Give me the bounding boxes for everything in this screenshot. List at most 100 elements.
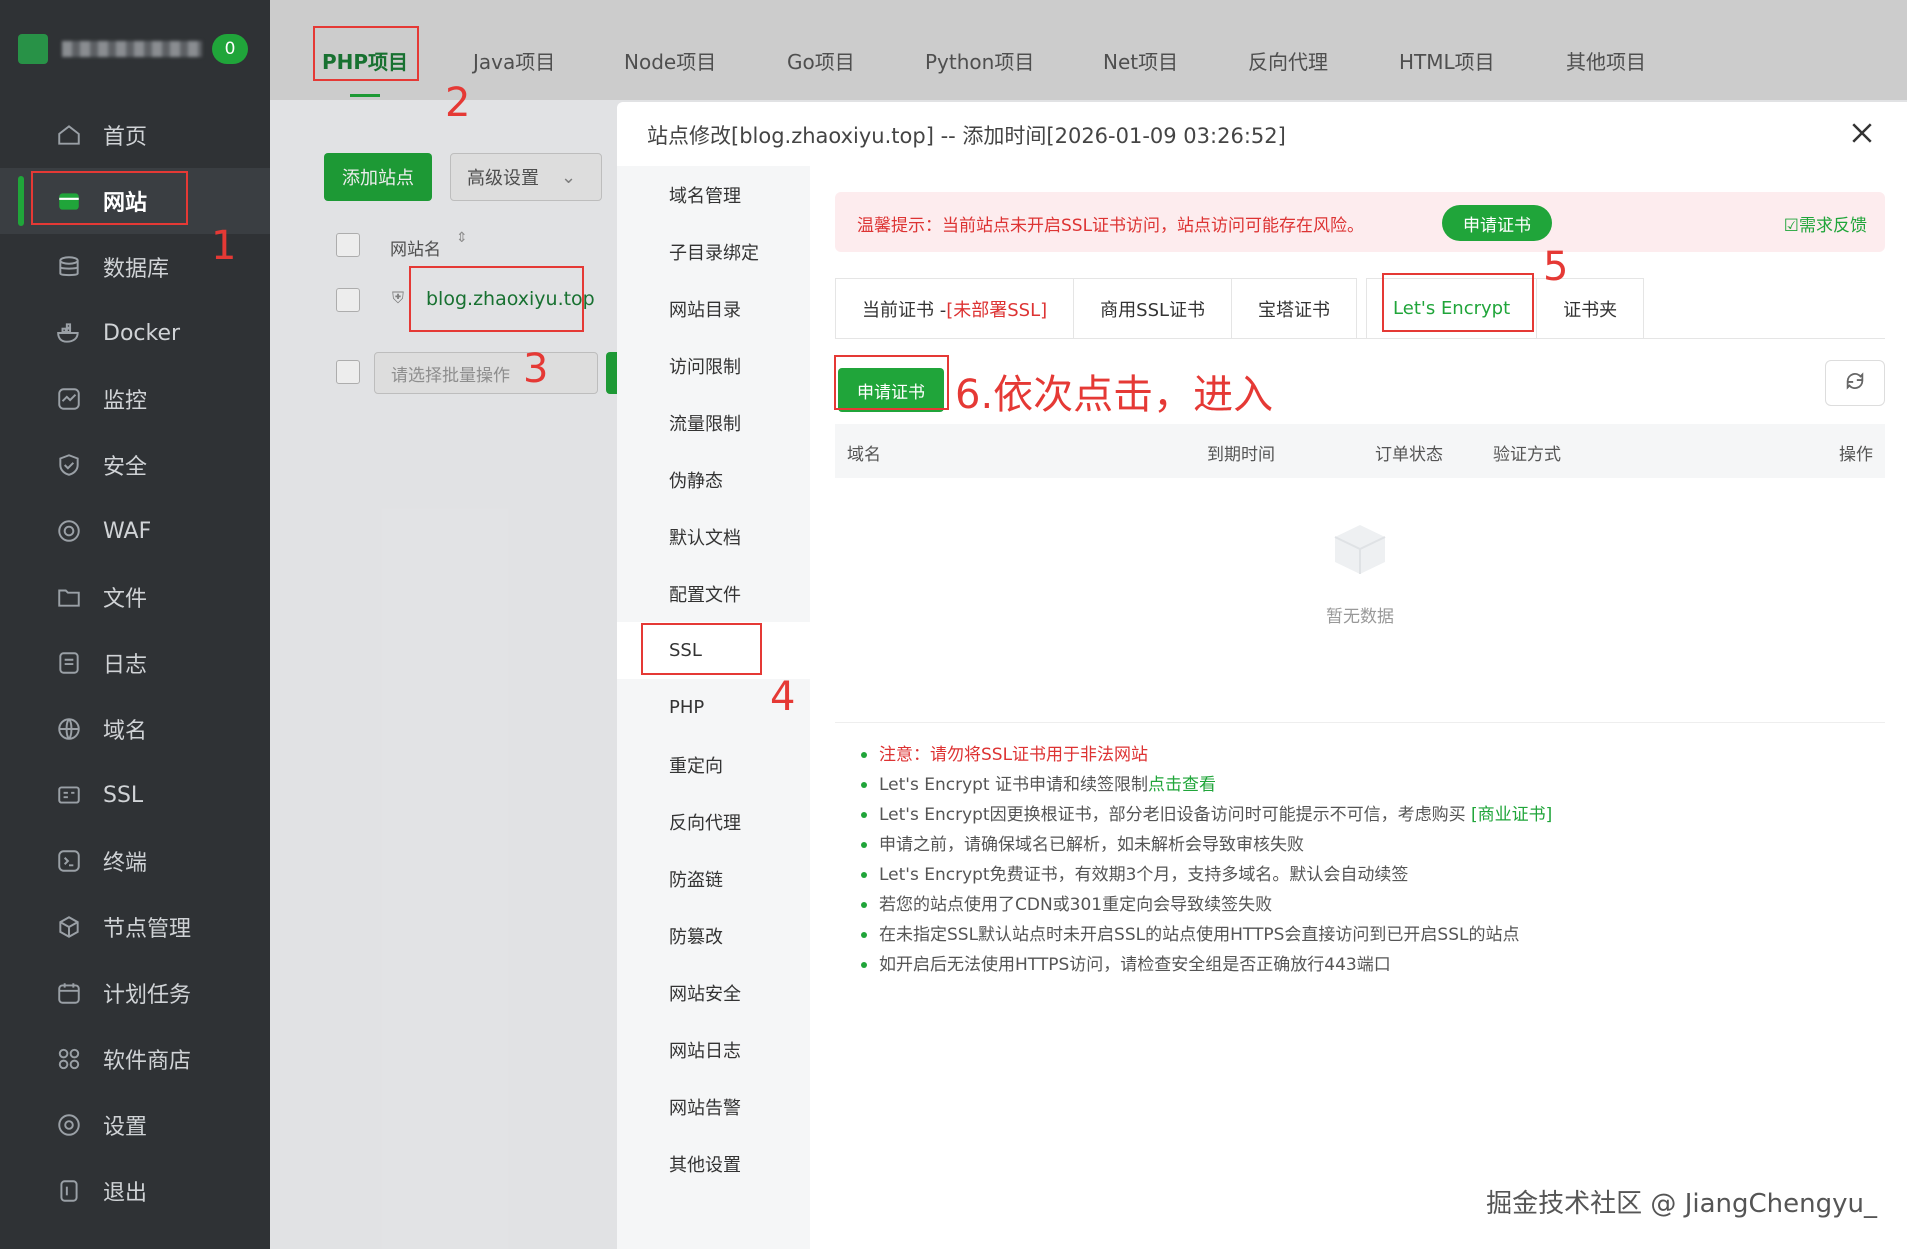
sidebar-item-label: 软件商店 xyxy=(103,1049,192,1074)
project-tabbar: PHP项目 Java项目 Node项目 Go项目 Python项目 Net项目 … xyxy=(270,0,1907,100)
globe-icon xyxy=(55,715,83,743)
sidebar-item-ssl[interactable]: SSL xyxy=(0,762,270,828)
tab-go[interactable]: Go项目 xyxy=(787,46,855,75)
commercial-cert-link[interactable]: [商业证书] xyxy=(1471,805,1552,825)
limits-link[interactable]: 点击查看 xyxy=(1148,775,1216,795)
note-item: 申请之前，请确保域名已解析，如未解析会导致审核失败 xyxy=(859,830,1552,860)
warning-apply-button[interactable]: 申请证书 xyxy=(1442,205,1552,241)
tab-current-status: [未部署SSL] xyxy=(946,299,1048,321)
batch-select-placeholder: 请选择批量操作 xyxy=(391,365,510,386)
annotation-number-2: 2 xyxy=(445,80,471,126)
close-icon[interactable] xyxy=(1847,118,1877,148)
sidebar-item-label: WAF xyxy=(103,518,152,544)
side-item-subdir[interactable]: 子目录绑定 xyxy=(617,223,810,280)
tab-html[interactable]: HTML项目 xyxy=(1399,46,1495,75)
batch-checkbox[interactable] xyxy=(336,360,360,384)
tab-commercial-ssl[interactable]: 商用SSL证书 xyxy=(1073,278,1233,338)
sidebar-item-label: 终端 xyxy=(103,851,148,876)
feedback-link[interactable]: ☑需求反馈 xyxy=(1784,211,1867,236)
modal-title: 站点修改[blog.zhaoxiyu.top] -- 添加时间[2026-01-… xyxy=(647,124,1286,148)
tab-java[interactable]: Java项目 xyxy=(473,46,555,75)
empty-box-icon xyxy=(1325,512,1395,582)
annotation-box-website xyxy=(31,171,188,225)
node-icon xyxy=(55,913,83,941)
annotation-box-site xyxy=(409,266,584,332)
side-item-redirect[interactable]: 重定向 xyxy=(617,736,810,793)
log-icon xyxy=(55,649,83,677)
annotation-step-6: 6.依次点击，进入 xyxy=(955,372,1274,418)
logo xyxy=(18,34,48,64)
tabs-divider xyxy=(835,338,1885,339)
annotation-number-4: 4 xyxy=(770,674,796,720)
th-order-status: 订单状态 xyxy=(1375,445,1443,465)
side-item-access-limit[interactable]: 访问限制 xyxy=(617,337,810,394)
sidebar-item-logs[interactable]: 日志 xyxy=(0,630,270,696)
terminal-icon xyxy=(55,847,83,875)
sidebar-item-store[interactable]: 软件商店 xyxy=(0,1026,270,1092)
monitor-icon xyxy=(55,385,83,413)
side-item-config[interactable]: 配置文件 xyxy=(617,565,810,622)
annotation-box-ssl xyxy=(641,623,762,675)
side-item-site-security[interactable]: 网站安全 xyxy=(617,964,810,1021)
folder-icon xyxy=(55,583,83,611)
advanced-settings-label: 高级设置 xyxy=(467,168,539,189)
note-item: 注意：请勿将SSL证书用于非法网站 xyxy=(859,740,1552,770)
annotation-box-apply xyxy=(834,355,949,410)
side-item-domains[interactable]: 域名管理 xyxy=(617,166,810,223)
side-item-rewrite[interactable]: 伪静态 xyxy=(617,451,810,508)
sidebar-item-security[interactable]: 安全 xyxy=(0,432,270,498)
select-all-checkbox[interactable] xyxy=(336,233,360,257)
tab-current-cert[interactable]: 当前证书 - [未部署SSL] xyxy=(835,278,1075,338)
tab-net[interactable]: Net项目 xyxy=(1103,46,1178,75)
side-item-hotlink[interactable]: 防盗链 xyxy=(617,850,810,907)
logo-row: 0 xyxy=(18,30,254,68)
refresh-icon xyxy=(1844,370,1866,396)
side-item-other[interactable]: 其他设置 xyxy=(617,1135,810,1192)
row-checkbox[interactable] xyxy=(336,288,360,312)
ssl-icon xyxy=(55,781,83,809)
sidebar-item-label: Docker xyxy=(103,320,181,346)
sidebar-item-waf[interactable]: WAF xyxy=(0,498,270,564)
waf-icon xyxy=(55,517,83,545)
sidebar-item-files[interactable]: 文件 xyxy=(0,564,270,630)
sort-icon[interactable]: ⇕ xyxy=(456,230,468,246)
side-item-traffic-limit[interactable]: 流量限制 xyxy=(617,394,810,451)
gear-icon xyxy=(55,1111,83,1139)
tab-other[interactable]: 其他项目 xyxy=(1566,46,1646,75)
advanced-settings-button[interactable]: 高级设置 ⌄ xyxy=(450,153,602,201)
sidebar-item-cron[interactable]: 计划任务 xyxy=(0,960,270,1026)
refresh-button[interactable] xyxy=(1825,360,1885,406)
sidebar-item-domain[interactable]: 域名 xyxy=(0,696,270,762)
th-domain: 域名 xyxy=(847,445,881,465)
side-item-site-logs[interactable]: 网站日志 xyxy=(617,1021,810,1078)
sidebar-item-monitor[interactable]: 监控 xyxy=(0,366,270,432)
shield-icon: ⛨ xyxy=(392,288,405,307)
tab-current-label: 当前证书 - xyxy=(862,299,947,321)
tab-python[interactable]: Python项目 xyxy=(925,46,1034,75)
sidebar-item-nodes[interactable]: 节点管理 xyxy=(0,894,270,960)
tab-node[interactable]: Node项目 xyxy=(624,46,716,75)
side-item-proxy[interactable]: 反向代理 xyxy=(617,793,810,850)
batch-select[interactable]: 请选择批量操作 xyxy=(374,352,598,394)
ssl-warning-banner: 温馨提示：当前站点未开启SSL证书访问，站点访问可能存在风险。 申请证书 ☑需求… xyxy=(835,192,1885,252)
sidebar-item-label: 日志 xyxy=(103,653,148,678)
sidebar-item-label: 数据库 xyxy=(103,257,170,282)
chevron-down-icon: ⌄ xyxy=(561,166,577,188)
side-item-alerts[interactable]: 网站告警 xyxy=(617,1078,810,1135)
side-item-tamper[interactable]: 防篡改 xyxy=(617,907,810,964)
ssl-notes: 注意：请勿将SSL证书用于非法网站 Let's Encrypt 证书申请和续签限… xyxy=(859,740,1552,980)
sidebar-item-docker[interactable]: Docker xyxy=(0,300,270,366)
sidebar-item-logout[interactable]: 退出 xyxy=(0,1158,270,1224)
apps-icon xyxy=(55,1045,83,1073)
side-item-default-doc[interactable]: 默认文档 xyxy=(617,508,810,565)
side-item-site-dir[interactable]: 网站目录 xyxy=(617,280,810,337)
sidebar-item-settings[interactable]: 设置 xyxy=(0,1092,270,1158)
sidebar-item-home[interactable]: 首页 xyxy=(0,102,270,168)
add-site-button[interactable]: 添加站点 xyxy=(324,153,432,201)
tab-reverse-proxy[interactable]: 反向代理 xyxy=(1248,46,1328,75)
column-site-name[interactable]: 网站名 xyxy=(390,235,441,260)
sidebar-item-terminal[interactable]: 终端 xyxy=(0,828,270,894)
alert-count-badge[interactable]: 0 xyxy=(212,34,248,64)
cert-table-header: 域名 到期时间 订单状态 验证方式 操作 xyxy=(835,424,1885,478)
tab-baota-cert[interactable]: 宝塔证书 xyxy=(1231,278,1358,338)
